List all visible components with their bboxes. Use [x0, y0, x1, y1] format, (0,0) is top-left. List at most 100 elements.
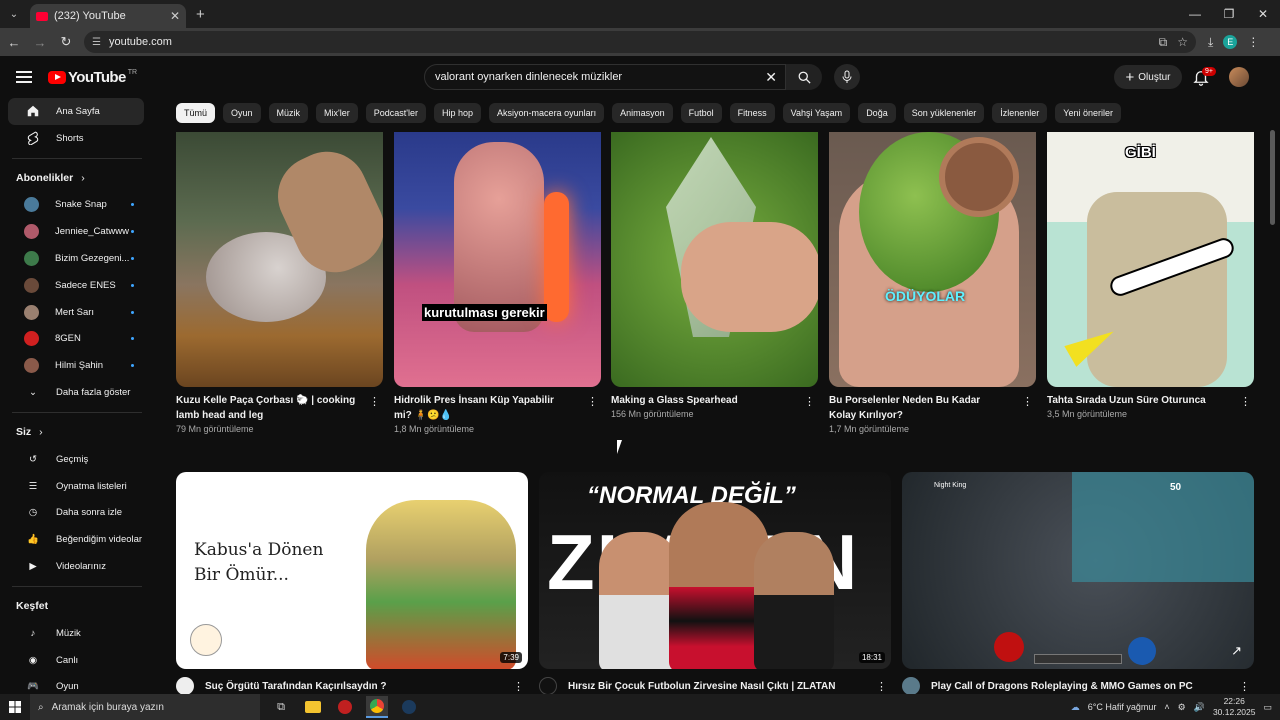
short-thumbnail[interactable]: GİBİ	[1047, 132, 1254, 387]
minimize-button[interactable]: —	[1178, 7, 1212, 21]
more-options-icon[interactable]: ⋮	[1239, 680, 1250, 693]
chip[interactable]: Müzik	[268, 103, 309, 123]
weather-text[interactable]: 6°C Hafif yağmur	[1088, 702, 1157, 712]
sidebar-item-your-videos[interactable]: ▶ Videolarınız	[8, 553, 144, 580]
chip[interactable]: Animasyon	[612, 103, 673, 123]
sidebar-item-live[interactable]: ◉ Canlı	[8, 647, 144, 674]
app-icon[interactable]	[334, 696, 356, 718]
bookmark-star-icon[interactable]: ☆	[1177, 35, 1188, 50]
chip[interactable]: Fitness	[729, 103, 775, 123]
account-avatar[interactable]	[1229, 67, 1249, 87]
sidebar-item-home[interactable]: Ana Sayfa	[8, 98, 144, 125]
sidebar-item-music[interactable]: ♪ Müzik	[8, 620, 144, 647]
page-scrollbar[interactable]	[1270, 130, 1275, 225]
sidebar-item-history[interactable]: ↺ Geçmiş	[8, 446, 144, 473]
short-thumbnail[interactable]	[611, 132, 818, 387]
channel-avatar[interactable]	[902, 677, 920, 695]
sidebar-subscription[interactable]: Mert Sarı	[8, 299, 144, 326]
browser-tab[interactable]: (232) YouTube ✕	[30, 4, 186, 28]
volume-icon[interactable]: 🔊	[1194, 702, 1205, 713]
more-options-icon[interactable]: ⋮	[804, 395, 815, 408]
video-card[interactable]: “NORMAL DEĞİL” ZLATAN 18:31 Hırsız Bir Ç…	[539, 472, 891, 695]
address-bar[interactable]: ☰ youtube.com ⧉ ☆	[84, 31, 1196, 53]
chip[interactable]: Podcast'ler	[365, 103, 427, 123]
video-title[interactable]: Play Call of Dragons Roleplaying & MMO G…	[931, 681, 1193, 692]
chip[interactable]: Oyun	[223, 103, 261, 123]
taskbar-clock[interactable]: 22:26 30.12.2025	[1213, 696, 1256, 718]
short-card[interactable]: kurutulması gerekir Hidrolik Pres İnsanı…	[394, 132, 601, 434]
sidebar-item-gaming[interactable]: 🎮 Oyun	[8, 674, 144, 694]
close-window-button[interactable]: ✕	[1246, 7, 1280, 21]
channel-avatar[interactable]	[539, 677, 557, 695]
you-heading[interactable]: Siz ›	[0, 419, 154, 446]
tab-close-icon[interactable]: ✕	[170, 9, 180, 23]
youtube-logo[interactable]: YouTube TR	[48, 69, 137, 86]
install-app-icon[interactable]: ⧉	[1159, 35, 1168, 50]
sidebar-item-shorts[interactable]: Shorts	[8, 125, 144, 152]
network-icon[interactable]: ⚙	[1178, 702, 1186, 713]
reload-button[interactable]: ↻	[54, 34, 78, 50]
chip[interactable]: Hip hop	[434, 103, 482, 123]
video-card[interactable]: Kabus'a Dönen Bir Ömür... 7:39 Suç Örgüt…	[176, 472, 528, 695]
sidebar-subscription[interactable]: Sadece ENES	[8, 272, 144, 299]
sidebar-subscription[interactable]: Snake Snap	[8, 192, 144, 219]
steam-icon[interactable]	[398, 696, 420, 718]
chip[interactable]: İzlenenler	[992, 103, 1048, 123]
notifications-icon[interactable]: ▭	[1263, 702, 1272, 713]
voice-search-button[interactable]	[834, 64, 860, 90]
short-title[interactable]: Making a Glass Spearhead	[611, 393, 791, 408]
sidebar-subscription[interactable]: Bizim Gezegeni...	[8, 245, 144, 272]
more-options-icon[interactable]: ⋮	[513, 680, 524, 693]
short-card[interactable]: ÖDÜYOLAR Bu Porselenler Neden Bu Kadar K…	[829, 132, 1036, 434]
more-options-icon[interactable]: ⋮	[587, 395, 598, 408]
chip[interactable]: Vahşi Yaşam	[782, 103, 851, 123]
clear-search-icon[interactable]: ✕	[765, 69, 777, 86]
short-card[interactable]: Making a Glass Spearhead 156 Mn görüntül…	[611, 132, 818, 419]
site-info-icon[interactable]: ☰	[92, 37, 101, 48]
short-thumbnail[interactable]: kurutulması gerekir	[394, 132, 601, 387]
back-button[interactable]: ←	[2, 35, 26, 50]
taskbar-search-input[interactable]: ⌕ Aramak için buraya yazın	[30, 694, 260, 720]
short-title[interactable]: Kuzu Kelle Paça Çorbası 🐑 | cooking lamb…	[176, 393, 356, 423]
short-card[interactable]: GİBİ Tahta Sırada Uzun Süre Oturunca 3,5…	[1047, 132, 1254, 419]
more-options-icon[interactable]: ⋮	[1240, 395, 1251, 408]
sidebar-item-watch-later[interactable]: ◷ Daha sonra izle	[8, 500, 144, 527]
search-input[interactable]: valorant oynarken dinlenecek müzikler ✕	[424, 64, 786, 90]
short-title[interactable]: Tahta Sırada Uzun Süre Oturunca	[1047, 393, 1227, 408]
hamburger-menu-icon[interactable]	[16, 71, 32, 83]
sidebar-subscription[interactable]: Hilmi Şahin	[8, 352, 144, 379]
chip[interactable]: Futbol	[680, 103, 722, 123]
short-card[interactable]: Kuzu Kelle Paça Çorbası 🐑 | cooking lamb…	[176, 132, 383, 434]
short-thumbnail[interactable]	[176, 132, 383, 387]
tray-chevron-icon[interactable]: ˄	[1164, 702, 1169, 712]
sidebar-item-playlists[interactable]: ☰ Oynatma listeleri	[8, 473, 144, 500]
expand-icon[interactable]: ↗	[1231, 643, 1242, 659]
file-explorer-icon[interactable]	[302, 696, 324, 718]
video-card[interactable]: Night King 50 ↗ Play Call of Dragons Rol…	[902, 472, 1254, 695]
video-thumbnail[interactable]: “NORMAL DEĞİL” ZLATAN 18:31	[539, 472, 891, 669]
chip[interactable]: Mix'ler	[316, 103, 358, 123]
restore-button[interactable]: ❐	[1212, 7, 1246, 21]
sidebar-subscription[interactable]: 8GEN	[8, 326, 144, 353]
more-options-icon[interactable]: ⋮	[369, 395, 380, 408]
profile-avatar[interactable]: E	[1223, 35, 1238, 49]
search-button[interactable]	[786, 64, 822, 90]
subscriptions-heading[interactable]: Abonelikler ›	[0, 165, 154, 192]
short-title[interactable]: Bu Porselenler Neden Bu Kadar Kolay Kırı…	[829, 393, 1009, 423]
more-options-icon[interactable]: ⋮	[1022, 395, 1033, 408]
tab-search-icon[interactable]: ⌄	[0, 0, 28, 28]
browser-menu-icon[interactable]: ⋮	[1247, 35, 1259, 49]
chip[interactable]: Tümü	[176, 103, 216, 123]
windows-start-button[interactable]	[0, 701, 30, 713]
downloads-icon[interactable]: ⤓	[1208, 35, 1213, 50]
chrome-icon[interactable]	[366, 696, 388, 718]
channel-avatar[interactable]	[176, 677, 194, 695]
more-options-icon[interactable]: ⋮	[876, 680, 887, 693]
chip[interactable]: Son yüklenenler	[903, 103, 985, 123]
create-button[interactable]: + Oluştur	[1114, 65, 1182, 89]
forward-button[interactable]: →	[28, 35, 52, 50]
sidebar-item-liked[interactable]: 👍 Beğendiğim videolar	[8, 526, 144, 553]
chip[interactable]: Yeni öneriler	[1055, 103, 1121, 123]
chip[interactable]: Doğa	[858, 103, 896, 123]
show-more-button[interactable]: ⌄ Daha fazla göster	[8, 379, 144, 406]
